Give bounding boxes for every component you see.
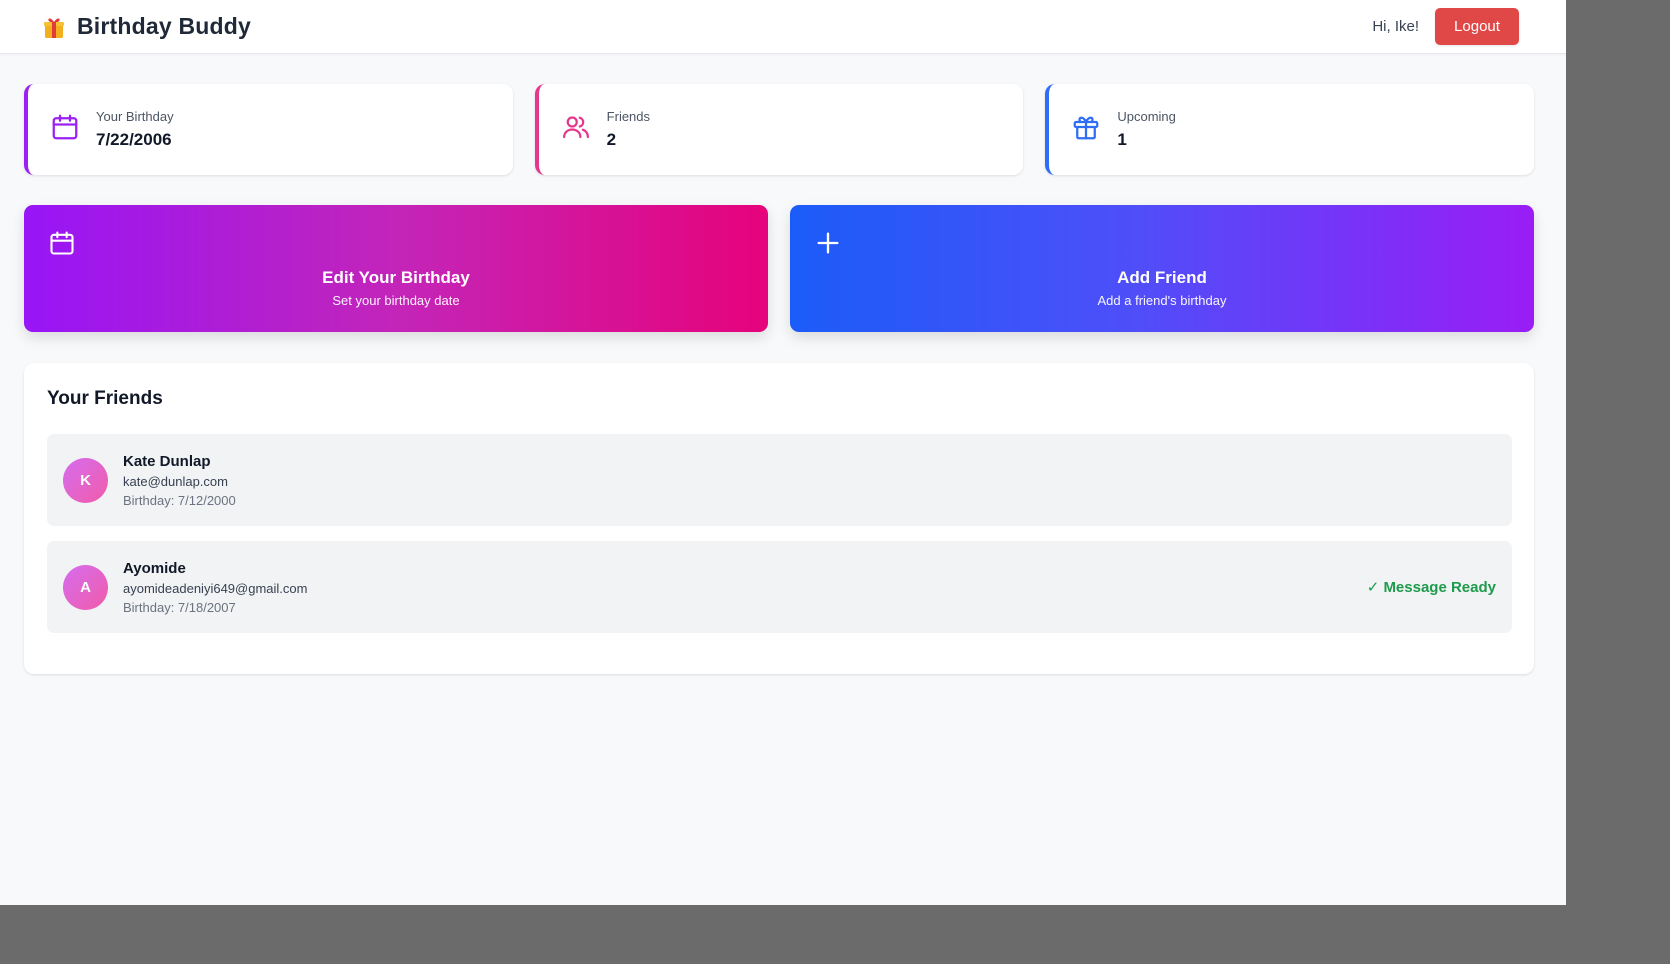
friend-birthday: Birthday: 7/18/2007 [123, 599, 236, 615]
action-title: Edit Your Birthday [322, 268, 470, 287]
friend-email: ayomideadeniyi649@gmail.com [123, 580, 308, 596]
stat-value: 1 [1117, 130, 1127, 149]
quick-actions: Edit Your Birthday Set your birthday dat… [24, 205, 1534, 332]
avatar: A [63, 564, 108, 610]
user-greeting: Hi, Ike! [1372, 18, 1419, 35]
friend-email: kate@dunlap.com [123, 473, 228, 489]
edit-birthday-button[interactable]: Edit Your Birthday Set your birthday dat… [24, 205, 768, 332]
stat-card-birthday: Your Birthday 7/22/2006 [24, 84, 513, 175]
brand[interactable]: Birthday Buddy [41, 13, 251, 40]
friend-birthday: Birthday: 7/12/2000 [123, 492, 236, 508]
friend-list-item[interactable]: K Kate Dunlap kate@dunlap.com Birthday: … [47, 434, 1512, 526]
stat-value: 7/22/2006 [96, 130, 172, 149]
action-subtitle: Set your birthday date [332, 293, 460, 308]
friend-list-item[interactable]: A Ayomide ayomideadeniyi649@gmail.com Bi… [47, 541, 1512, 633]
calendar-icon [50, 112, 80, 147]
stat-card-upcoming: Upcoming 1 [1045, 84, 1535, 175]
users-icon [561, 112, 591, 147]
action-subtitle: Add a friend's birthday [1097, 293, 1227, 308]
navbar: Birthday Buddy Hi, Ike! Logout [0, 0, 1566, 54]
stat-value: 2 [606, 130, 617, 149]
gift-icon [1071, 112, 1101, 147]
friends-section-title: Your Friends [47, 388, 163, 409]
stat-label: Your Birthday [96, 109, 174, 124]
friends-panel: Your Friends K Kate Dunlap kate@dunlap.c… [24, 363, 1534, 674]
action-title: Add Friend [1117, 268, 1207, 287]
stat-card-friends: Friends 2 [534, 84, 1024, 175]
nav-user-area: Hi, Ike! Logout [1372, 8, 1519, 45]
message-status: ✓ Message Ready [1366, 579, 1496, 596]
avatar: K [63, 457, 108, 503]
friend-name: Kate Dunlap [123, 452, 211, 470]
stat-label: Friends [606, 109, 651, 124]
logout-button[interactable]: Logout [1435, 8, 1519, 45]
stats-row: Your Birthday 7/22/2006 Friends 2 Upcomi… [24, 84, 1535, 175]
gift-emoji-icon [41, 14, 67, 40]
friend-name: Ayomide [123, 559, 186, 577]
app-title: Birthday Buddy [77, 13, 252, 39]
app-window: Birthday Buddy Hi, Ike! Logout Your Birt… [0, 0, 1566, 905]
stat-label: Upcoming [1117, 109, 1176, 124]
add-friend-button[interactable]: Add Friend Add a friend's birthday [790, 205, 1534, 332]
